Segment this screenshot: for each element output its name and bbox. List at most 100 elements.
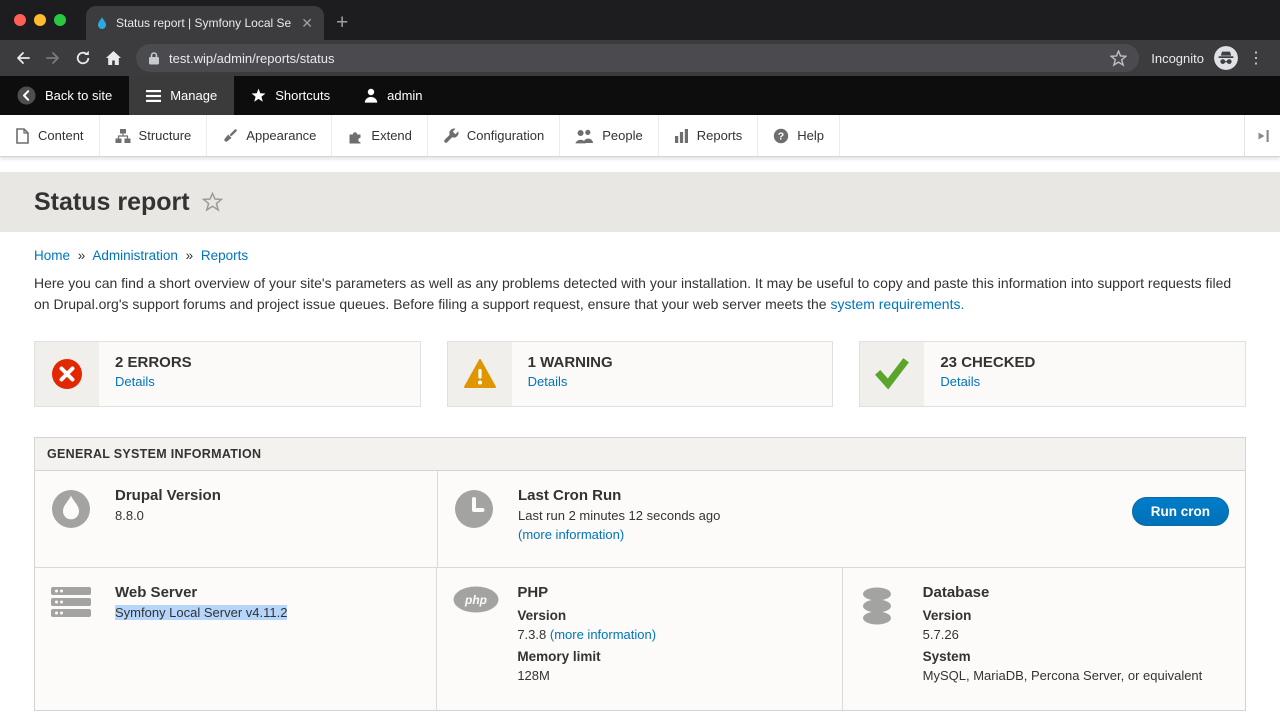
toolbar-label: Extend (371, 128, 411, 143)
php-version-label: Version (517, 608, 825, 623)
toolbar-item-help[interactable]: ? Help (758, 115, 840, 156)
browser-tab[interactable]: Status report | Symfony Local Se ✕ (86, 6, 324, 40)
php-memory-value: 128M (517, 668, 825, 683)
error-icon (35, 342, 99, 406)
zoom-window-button[interactable] (54, 14, 66, 26)
toolbar-item-configuration[interactable]: Configuration (428, 115, 560, 156)
toolbar-label: Reports (697, 128, 743, 143)
shortcuts-label: Shortcuts (275, 88, 330, 103)
toolbar-label: Structure (139, 128, 192, 143)
people-icon (575, 128, 594, 144)
page-header: Status report (0, 172, 1280, 232)
last-cron-run-cell: Last Cron Run Last run 2 minutes 12 seco… (438, 471, 1245, 567)
database-version-value: 5.7.26 (923, 627, 1229, 642)
browser-menu-kebab-icon[interactable]: ⋮ (1238, 48, 1272, 68)
checked-count: 23 CHECKED (940, 354, 1035, 371)
hamburger-icon (146, 90, 161, 102)
manage-menu-button[interactable]: Manage (129, 76, 234, 115)
intro-text: Here you can find a short overview of yo… (34, 275, 1231, 312)
php-more-information-link[interactable]: (more information) (550, 627, 656, 642)
shortcuts-button[interactable]: Shortcuts (234, 76, 347, 115)
puzzle-icon (347, 128, 363, 144)
user-icon (364, 88, 378, 103)
drupal-admin-toolbar: Back to site Manage Shortcuts admin (0, 76, 1280, 115)
system-info-row-2: Web Server Symfony Local Server v4.11.2 … (35, 568, 1245, 710)
help-icon: ? (773, 128, 789, 144)
home-button[interactable] (98, 44, 128, 72)
web-server-value: Symfony Local Server v4.11.2 (115, 605, 287, 620)
forward-button[interactable] (38, 44, 68, 72)
server-icon (51, 584, 115, 694)
page: Status report Home » Administration » Re… (0, 157, 1280, 720)
web-server-title: Web Server (115, 584, 420, 601)
new-tab-button[interactable]: + (324, 6, 360, 40)
database-system-label: System (923, 649, 1229, 664)
toolbar-collapse-button[interactable] (1244, 115, 1280, 156)
checked-details-link[interactable]: Details (940, 374, 1035, 389)
intro-paragraph: Here you can find a short overview of yo… (34, 273, 1246, 315)
back-button[interactable] (8, 44, 38, 72)
checkmark-icon (860, 342, 924, 406)
system-info-row-1: Drupal Version 8.8.0 Last Cron Run Last … (35, 471, 1245, 568)
browser-toolbar: test.wip/admin/reports/status Incognito … (0, 40, 1280, 76)
status-card-errors: 2 ERRORS Details (34, 341, 421, 407)
database-system-value: MySQL, MariaDB, Percona Server, or equiv… (923, 668, 1229, 683)
breadcrumb-reports-link[interactable]: Reports (201, 248, 248, 263)
system-requirements-link[interactable]: system requirements. (831, 296, 965, 312)
web-server-cell: Web Server Symfony Local Server v4.11.2 (35, 568, 437, 710)
paintbrush-icon (222, 128, 238, 144)
breadcrumb-administration-link[interactable]: Administration (92, 248, 178, 263)
toolbar-label: Help (797, 128, 824, 143)
toolbar-item-appearance[interactable]: Appearance (207, 115, 332, 156)
drupal-icon (51, 487, 115, 551)
reload-button[interactable] (68, 44, 98, 72)
database-icon (859, 584, 923, 694)
status-summary: 2 ERRORS Details 1 WARNING Details (34, 341, 1246, 407)
drupal-version-title: Drupal Version (115, 487, 421, 504)
user-menu-button[interactable]: admin (347, 76, 439, 115)
svg-text:php: php (464, 593, 487, 607)
page-content: Home » Administration » Reports Here you… (0, 248, 1280, 711)
address-bar[interactable]: test.wip/admin/reports/status (136, 44, 1139, 72)
favorite-star-icon[interactable] (202, 192, 223, 212)
warnings-details-link[interactable]: Details (528, 374, 613, 389)
run-cron-button[interactable]: Run cron (1132, 497, 1229, 526)
page-title: Status report (34, 188, 190, 217)
toolbar-item-structure[interactable]: Structure (100, 115, 208, 156)
breadcrumb-home-link[interactable]: Home (34, 248, 70, 263)
back-to-site-label: Back to site (45, 88, 112, 103)
bar-chart-icon (674, 128, 689, 143)
breadcrumb: Home » Administration » Reports (34, 248, 1246, 263)
database-title: Database (923, 584, 1229, 601)
star-icon (251, 88, 266, 103)
close-window-button[interactable] (14, 14, 26, 26)
svg-text:?: ? (778, 130, 784, 142)
back-arrow-icon (17, 86, 36, 105)
traffic-lights (0, 0, 80, 40)
back-to-site-button[interactable]: Back to site (0, 76, 129, 115)
toolbar-label: People (602, 128, 642, 143)
minimize-window-button[interactable] (34, 14, 46, 26)
bookmark-star-icon[interactable] (1110, 50, 1127, 67)
breadcrumb-separator: » (78, 248, 86, 263)
general-system-information-section: GENERAL SYSTEM INFORMATION Drupal Versio… (34, 437, 1246, 711)
browser-window: Status report | Symfony Local Se ✕ + tes… (0, 0, 1280, 720)
warnings-count: 1 WARNING (528, 354, 613, 371)
cron-more-information-link[interactable]: (more information) (518, 527, 624, 542)
toolbar-item-extend[interactable]: Extend (332, 115, 427, 156)
incognito-avatar-icon[interactable] (1214, 46, 1238, 70)
last-cron-run-title: Last Cron Run (518, 487, 1132, 504)
errors-details-link[interactable]: Details (115, 374, 192, 389)
drupal-menu-bar: Content Structure Appearance Extend Conf… (0, 115, 1280, 157)
php-icon: php (453, 584, 517, 694)
toolbar-item-content[interactable]: Content (0, 115, 100, 156)
tab-close-icon[interactable]: ✕ (299, 16, 315, 30)
lock-icon (148, 51, 160, 65)
wrench-icon (443, 128, 459, 144)
toolbar-item-people[interactable]: People (560, 115, 658, 156)
errors-count: 2 ERRORS (115, 354, 192, 371)
menu-bar-spacer (840, 115, 1244, 156)
toolbar-label: Appearance (246, 128, 316, 143)
toolbar-item-reports[interactable]: Reports (659, 115, 759, 156)
drupal-version-cell: Drupal Version 8.8.0 (35, 471, 438, 567)
